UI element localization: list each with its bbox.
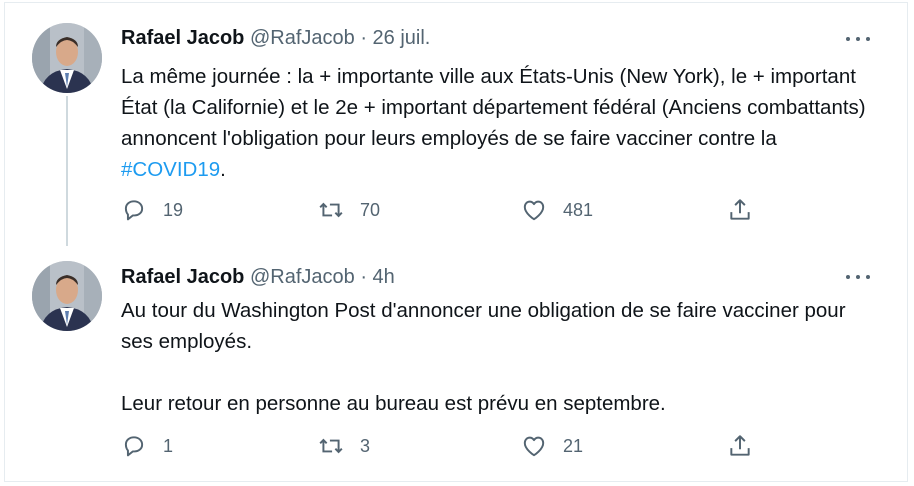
retweet-count: 3	[360, 435, 371, 456]
reply-icon	[124, 436, 144, 457]
like-button[interactable]: 481	[521, 195, 593, 225]
hashtag-link[interactable]: #COVID19	[121, 158, 220, 181]
avatar[interactable]	[32, 261, 102, 331]
author-handle[interactable]: @RafJacob	[250, 27, 355, 49]
separator-dot: ·	[360, 27, 367, 49]
tweet-actions: 19 70 481	[121, 195, 781, 225]
retweet-button[interactable]: 70	[318, 195, 380, 225]
reply-button[interactable]: 19	[121, 195, 183, 225]
like-count: 21	[563, 435, 584, 456]
reply-button[interactable]: 1	[121, 431, 173, 461]
tweet-thread: Rafael Jacob @RafJacob · 26 juil. La mêm…	[4, 2, 908, 482]
retweet-icon	[319, 438, 343, 454]
reply-count: 1	[163, 435, 174, 456]
reply-icon	[124, 200, 144, 221]
share-button[interactable]	[727, 431, 769, 461]
more-options-icon[interactable]	[843, 267, 873, 287]
share-icon	[730, 199, 750, 220]
tweet-paragraph: Leur retour en personne au bureau est pr…	[121, 392, 666, 415]
heart-icon	[523, 200, 545, 221]
tweet-text-body: La même journée : la + importante ville …	[121, 65, 866, 150]
share-icon	[730, 435, 750, 456]
tweet-timestamp[interactable]: 26 juil.	[373, 27, 431, 49]
retweet-button[interactable]: 3	[318, 431, 370, 461]
avatar[interactable]	[32, 23, 102, 93]
tweet-header: Rafael Jacob @RafJacob · 4h	[121, 264, 395, 290]
tweet-text: La même journée : la + importante ville …	[121, 61, 881, 185]
tweet-paragraph: Au tour du Washington Post d'annoncer un…	[121, 299, 846, 353]
retweet-count: 70	[360, 199, 381, 220]
tweet-text-end: .	[220, 158, 226, 181]
reply-count: 19	[163, 199, 184, 220]
like-button[interactable]: 21	[521, 431, 583, 461]
tweet[interactable]: Rafael Jacob @RafJacob · 4h Au tour du W…	[5, 243, 907, 481]
thread-connector-line	[66, 96, 68, 246]
author-name[interactable]: Rafael Jacob	[121, 266, 244, 288]
tweet-actions: 1 3 21	[121, 431, 781, 461]
like-count: 481	[563, 199, 594, 220]
separator-dot: ·	[360, 266, 367, 288]
heart-icon	[523, 436, 545, 457]
avatar-photo	[32, 261, 102, 331]
tweet-text: Au tour du Washington Post d'annoncer un…	[121, 295, 881, 419]
author-handle[interactable]: @RafJacob	[250, 266, 355, 288]
retweet-icon	[319, 202, 343, 218]
avatar-photo	[32, 23, 102, 93]
author-name[interactable]: Rafael Jacob	[121, 27, 244, 49]
tweet-header: Rafael Jacob @RafJacob · 26 juil.	[121, 25, 430, 51]
more-options-icon[interactable]	[843, 29, 873, 49]
tweet-timestamp[interactable]: 4h	[373, 266, 395, 288]
share-button[interactable]	[727, 195, 769, 225]
tweet[interactable]: Rafael Jacob @RafJacob · 26 juil. La mêm…	[5, 3, 907, 246]
